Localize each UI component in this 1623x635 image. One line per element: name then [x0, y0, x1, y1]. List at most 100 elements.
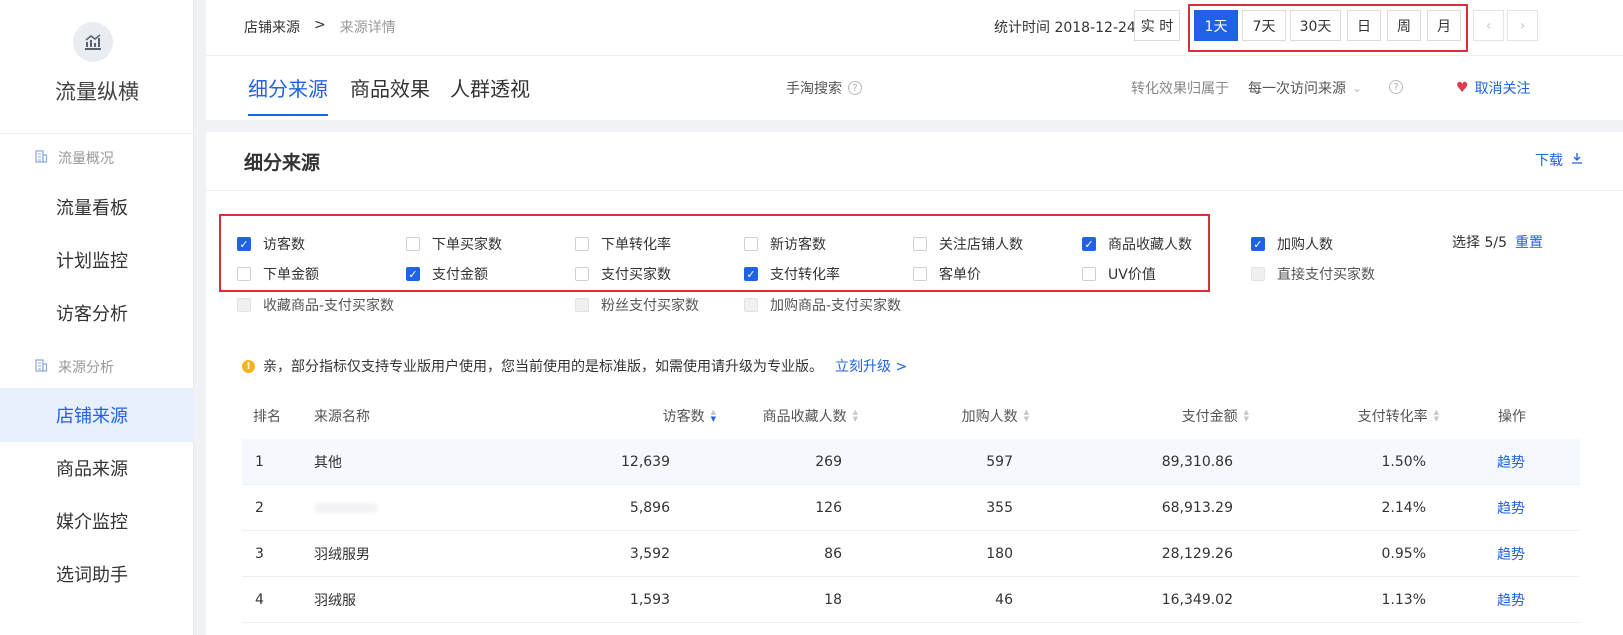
sidebar-item-product-source[interactable]: 商品来源 [0, 441, 194, 495]
metric-label: UV价值 [1108, 267, 1156, 283]
trend-link[interactable]: 趋势 [1497, 439, 1525, 485]
period-realtime-button[interactable]: 实 时 [1134, 10, 1180, 41]
metric-option[interactable]: 支付买家数 [575, 264, 671, 284]
checkbox-disabled-icon [744, 298, 758, 312]
cell-visitors: 12,639 [621, 454, 670, 470]
sidebar: 流量纵横 流量概况 流量看板 计划监控 访客分析 来源分析 店铺来源 商品来源 … [0, 0, 194, 635]
checkbox-icon[interactable] [406, 237, 420, 251]
checkbox-checked-icon[interactable]: ✓ [1251, 237, 1265, 251]
tab-crowd-insight[interactable]: 人群透视 [450, 73, 530, 102]
metric-label: 支付金额 [432, 267, 488, 283]
chevron-down-icon: ⌄ [1352, 81, 1363, 95]
download-icon [1571, 152, 1583, 168]
breadcrumb-separator: > [314, 17, 326, 33]
header-cart[interactable]: 加购人数 ▲ ▼ [882, 394, 1029, 438]
metric-option[interactable]: UV价值 [1082, 264, 1156, 284]
sidebar-group-label: 流量概况 [58, 151, 114, 167]
trend-link[interactable]: 趋势 [1497, 485, 1525, 531]
header-visitors[interactable]: 访客数 ▲ ▼ [572, 394, 716, 438]
cell-pay-rate: 2.14% [1381, 500, 1426, 516]
metric-label: 客单价 [939, 267, 981, 283]
cell-favorites: 126 [815, 500, 842, 516]
tab-bar: 细分来源 商品效果 人群透视 手淘搜索 ? 转化效果归属于 每一次访问来源 ⌄ … [206, 56, 1623, 120]
period-month-button[interactable]: 月 [1427, 10, 1461, 41]
download-button[interactable]: 下载 [1535, 150, 1583, 170]
sidebar-item-keyword-helper[interactable]: 选词助手 [0, 547, 194, 601]
breadcrumb-parent[interactable]: 店铺来源 [244, 17, 300, 37]
metric-option[interactable]: 下单金额 [237, 264, 319, 284]
period-week-button[interactable]: 周 [1387, 10, 1421, 41]
metric-option[interactable]: ✓ 访客数 [237, 234, 305, 254]
cell-favorites: 269 [815, 454, 842, 470]
cell-pay-amount: 28,129.26 [1161, 546, 1233, 562]
sidebar-item-visitor-analysis[interactable]: 访客分析 [0, 286, 194, 340]
metric-option[interactable]: ✓ 支付转化率 [744, 264, 840, 284]
sidebar-divider [0, 133, 194, 134]
checkbox-icon[interactable] [575, 237, 589, 251]
header-label: 商品收藏人数 [762, 409, 847, 425]
metric-option[interactable]: ✓ 商品收藏人数 [1082, 234, 1192, 254]
sidebar-item-media-monitor[interactable]: 媒介监控 [0, 494, 194, 548]
checkbox-checked-icon[interactable]: ✓ [744, 267, 758, 281]
checkbox-icon[interactable] [913, 267, 927, 281]
cell-pay-amount: 68,913.29 [1161, 500, 1233, 516]
checkbox-icon[interactable] [744, 237, 758, 251]
checkbox-icon[interactable] [575, 267, 589, 281]
cell-rank: 2 [255, 500, 264, 516]
help-icon[interactable]: ? [848, 81, 862, 95]
header-favorites[interactable]: 商品收藏人数 ▲ ▼ [712, 394, 858, 438]
checkbox-disabled-icon [1251, 267, 1265, 281]
checkbox-icon[interactable] [913, 237, 927, 251]
checkbox-checked-icon[interactable]: ✓ [1082, 237, 1096, 251]
tab-product-effect[interactable]: 商品效果 [350, 73, 430, 102]
header-label: 支付金额 [1181, 409, 1238, 425]
checkbox-checked-icon[interactable]: ✓ [237, 237, 251, 251]
cell-visitors: 1,593 [629, 592, 670, 608]
header-source-name: 来源名称 [314, 409, 370, 425]
trend-link[interactable]: 趋势 [1497, 531, 1525, 577]
metric-label: 关注店铺人数 [939, 237, 1023, 253]
metric-label: 下单金额 [263, 267, 319, 283]
breadcrumb-current: 来源详情 [339, 20, 396, 36]
metrics-highlight-box [219, 214, 1210, 292]
checkbox-checked-icon[interactable]: ✓ [406, 267, 420, 281]
metric-option[interactable]: ✓ 加购人数 [1251, 234, 1333, 254]
next-arrow-icon[interactable]: › [1507, 10, 1538, 41]
cell-pay-rate: 0.95% [1381, 546, 1426, 562]
metric-option[interactable]: ✓ 支付金额 [406, 264, 488, 284]
metric-label: 支付买家数 [601, 267, 671, 283]
unfollow-button[interactable]: ♥ 取消关注 [1456, 78, 1531, 98]
metric-option[interactable]: 新访客数 [744, 234, 826, 254]
panel-title: 细分来源 [244, 152, 321, 174]
sidebar-item-shop-source[interactable]: 店铺来源 [0, 388, 194, 442]
period-7day-button[interactable]: 7天 [1242, 10, 1286, 41]
metric-option[interactable]: 下单转化率 [575, 234, 671, 254]
chart-trend-icon [73, 22, 113, 62]
metric-option-disabled: 粉丝支付买家数 [575, 295, 699, 315]
top-bar: 店铺来源 > 来源详情 统计时间 2018-12-24 实 时 1天 7天 30… [206, 0, 1623, 56]
period-1day-button[interactable]: 1天 [1194, 10, 1238, 41]
prev-arrow-icon[interactable]: ‹ [1473, 10, 1504, 41]
metric-option[interactable]: 客单价 [913, 264, 981, 284]
metric-option[interactable]: 下单买家数 [406, 234, 502, 254]
period-30day-button[interactable]: 30天 [1290, 10, 1341, 41]
attribution-select[interactable]: 每一次访问来源 ⌄ [1248, 78, 1362, 98]
tab-breakdown-source[interactable]: 细分来源 [248, 73, 328, 102]
metric-option[interactable]: 关注店铺人数 [913, 234, 1023, 254]
checkbox-disabled-icon [575, 298, 589, 312]
help-icon[interactable]: ? [1389, 80, 1403, 94]
header-pay-rate[interactable]: 支付转化率 ▲ ▼ [1292, 394, 1439, 438]
checkbox-icon[interactable] [1082, 267, 1096, 281]
download-label: 下载 [1535, 153, 1563, 169]
sidebar-item-plan-monitor[interactable]: 计划监控 [0, 233, 194, 287]
cell-cart: 180 [986, 546, 1013, 562]
reset-button[interactable]: 重置 [1515, 232, 1543, 252]
header-label: 加购人数 [961, 409, 1018, 425]
period-day-button[interactable]: 日 [1347, 10, 1381, 41]
upgrade-link[interactable]: 立刻升级 > [835, 356, 907, 376]
header-pay-amount[interactable]: 支付金额 ▲ ▼ [1102, 394, 1249, 438]
header-label: 支付转化率 [1357, 409, 1428, 425]
trend-link[interactable]: 趋势 [1497, 577, 1525, 623]
checkbox-icon[interactable] [237, 267, 251, 281]
sidebar-item-traffic-board[interactable]: 流量看板 [0, 180, 194, 234]
